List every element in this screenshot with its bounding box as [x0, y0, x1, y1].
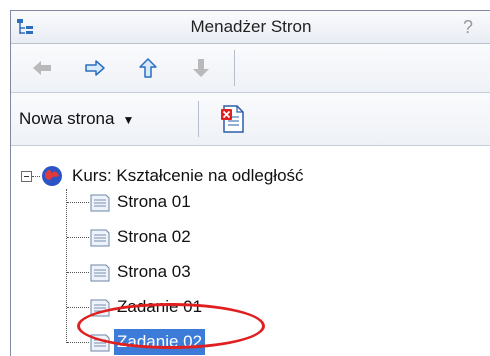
tree-connector [67, 202, 89, 203]
title-bar: Menadżer Stron ? [11, 11, 490, 44]
help-icon[interactable]: ? [457, 15, 479, 39]
tree-connector [66, 189, 67, 343]
page-icon [90, 264, 110, 282]
tree-connector [32, 176, 40, 177]
tree-item-page[interactable]: Strona 01 [114, 189, 194, 215]
toolbar-separator [234, 50, 235, 86]
down-arrow-icon[interactable] [188, 56, 214, 80]
collapse-toggle[interactable] [21, 171, 32, 182]
highlight-ellipse-annotation [77, 303, 265, 349]
toolbar-separator [198, 101, 199, 137]
new-page-label: Nowa strona [19, 109, 115, 128]
svg-text:?: ? [463, 17, 473, 37]
page-icon [90, 194, 110, 212]
tree-item-page[interactable]: Strona 02 [114, 224, 194, 250]
delete-page-icon[interactable] [219, 103, 247, 135]
tree-item-label: Strona 03 [117, 262, 191, 281]
course-globe-icon [42, 166, 62, 186]
page-manager-panel: Menadżer Stron ? Nowa strona ▼ Kurs: Ksz… [10, 10, 490, 356]
tree-item-label: Strona 01 [117, 192, 191, 211]
tree-connector [67, 237, 89, 238]
tree-connector [67, 272, 89, 273]
up-arrow-icon[interactable] [135, 56, 161, 80]
tree-root-course[interactable]: Kurs: Kształcenie na odległość [69, 163, 307, 189]
page-icon [90, 229, 110, 247]
course-title: Kurs: Kształcenie na odległość [72, 166, 304, 185]
window-title: Menadżer Stron [190, 17, 312, 36]
navigation-toolbar [11, 44, 490, 93]
new-page-dropdown-button[interactable]: Nowa strona ▼ [19, 103, 134, 135]
page-toolbar: Nowa strona ▼ [11, 93, 490, 146]
back-arrow-icon[interactable] [29, 56, 55, 80]
tree-connector [67, 307, 89, 308]
forward-arrow-icon[interactable] [82, 56, 108, 80]
tree-connector [67, 342, 89, 343]
tree-item-page[interactable]: Strona 03 [114, 259, 194, 285]
chevron-down-icon: ▼ [122, 112, 135, 127]
tree-item-label: Strona 02 [117, 227, 191, 246]
